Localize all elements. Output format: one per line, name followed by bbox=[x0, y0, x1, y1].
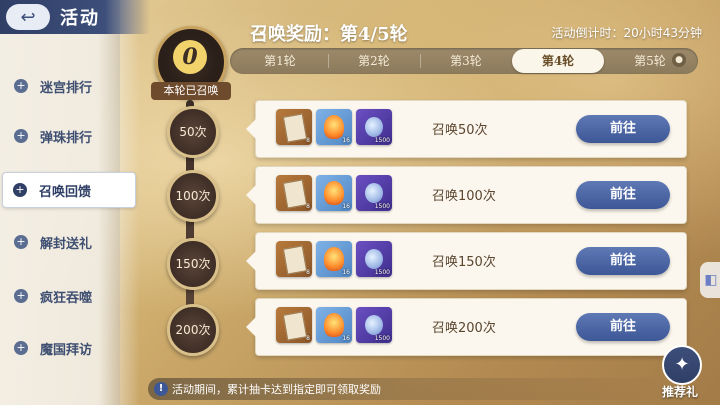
tab-round-1[interactable]: 第1轮 bbox=[234, 48, 326, 74]
side-menu-tab[interactable]: ◧ bbox=[700, 262, 720, 298]
fire-orb-icon[interactable]: 16 bbox=[316, 109, 352, 145]
sidebar-item-label: 召唤回馈 bbox=[39, 185, 92, 200]
header-bar: ↩ 活动 bbox=[0, 0, 150, 34]
page-title: 活动 bbox=[60, 8, 100, 29]
sidebar-item-label: 迷宫排行 bbox=[40, 81, 93, 96]
potion-icon[interactable]: 1500 bbox=[356, 241, 392, 277]
potion-icon[interactable]: 1500 bbox=[356, 109, 392, 145]
fire-orb-icon[interactable]: 16 bbox=[316, 241, 352, 277]
reward-condition: 召唤150次 bbox=[432, 255, 496, 270]
reward-row: 8 16 1500 召唤150次 前往 bbox=[246, 232, 687, 290]
reward-condition: 召唤100次 bbox=[432, 189, 496, 204]
reward-row: 8 16 1500 召唤200次 前往 bbox=[246, 298, 687, 356]
tab-round-4[interactable]: 第4轮 bbox=[512, 49, 604, 73]
sidebar-item-crazy-devour[interactable]: + 疯狂吞噬 bbox=[0, 278, 130, 314]
plus-icon: + bbox=[14, 289, 28, 303]
sidebar-item-label: 疯狂吞噬 bbox=[40, 291, 93, 306]
milestone-node: 100次 bbox=[167, 170, 219, 222]
plus-icon: + bbox=[14, 129, 28, 143]
reward-title: 召唤奖励：第4/5轮 bbox=[250, 24, 408, 45]
lock-icon: ● bbox=[672, 53, 686, 67]
reward-condition: 召唤50次 bbox=[432, 123, 488, 138]
milestone-node: 50次 bbox=[167, 106, 219, 158]
sidebar-item-label: 魔国拜访 bbox=[40, 343, 93, 358]
sidebar-item-label: 弹珠排行 bbox=[40, 131, 93, 146]
book-icon[interactable]: 8 bbox=[276, 307, 312, 343]
milestone-node: 200次 bbox=[167, 304, 219, 356]
plus-icon: + bbox=[14, 79, 28, 93]
book-icon[interactable]: 8 bbox=[276, 109, 312, 145]
fire-orb-icon[interactable]: 16 bbox=[316, 307, 352, 343]
sidebar-item-pinball-rank[interactable]: + 弹珠排行 bbox=[0, 118, 130, 154]
go-button[interactable]: 前往 bbox=[576, 247, 670, 275]
reward-row: 8 16 1500 召唤50次 前往 bbox=[246, 100, 687, 158]
tip-text: 活动期间，累计抽卡达到指定即可领取奖励 bbox=[172, 383, 381, 396]
gift-label: 推荐礼 bbox=[661, 385, 698, 399]
back-arrow-icon: ↩ bbox=[20, 6, 36, 28]
fire-orb-icon[interactable]: 16 bbox=[316, 175, 352, 211]
sidebar-item-maze-rank[interactable]: + 迷宫排行 bbox=[0, 68, 130, 104]
reward-condition: 召唤200次 bbox=[432, 321, 496, 336]
go-button[interactable]: 前往 bbox=[576, 181, 670, 209]
potion-icon[interactable]: 1500 bbox=[356, 307, 392, 343]
recommended-gift-button[interactable]: ✦ 推荐礼 bbox=[655, 345, 705, 403]
gift-icon: ✦ bbox=[662, 345, 702, 385]
round-tabs: 第1轮 第2轮 第3轮 第4轮 第5轮 bbox=[230, 48, 698, 74]
go-button[interactable]: 前往 bbox=[576, 313, 670, 341]
go-button[interactable]: 前往 bbox=[576, 115, 670, 143]
book-icon[interactable]: 8 bbox=[276, 175, 312, 211]
sidebar-item-demon-visit[interactable]: + 魔国拜访 bbox=[0, 330, 130, 366]
summon-count-label: 本轮已召唤 bbox=[151, 82, 231, 100]
summon-count: 0 bbox=[173, 40, 207, 74]
sidebar-item-summon-reward[interactable]: + 召唤回馈 bbox=[2, 172, 136, 208]
book-icon[interactable]: 8 bbox=[276, 241, 312, 277]
footer-tip: ! 活动期间，累计抽卡达到指定即可领取奖励 bbox=[148, 378, 668, 400]
tab-round-3[interactable]: 第3轮 bbox=[420, 48, 512, 74]
summon-counter: 0 本轮已召唤 bbox=[151, 26, 231, 100]
back-button[interactable]: ↩ bbox=[6, 4, 50, 30]
countdown-text: 活动倒计时：20小时43分钟 bbox=[551, 26, 702, 40]
tab-round-2[interactable]: 第2轮 bbox=[328, 48, 420, 74]
plus-icon: + bbox=[14, 235, 28, 249]
info-icon: ! bbox=[154, 382, 168, 396]
milestone-node: 150次 bbox=[167, 238, 219, 290]
potion-icon[interactable]: 1500 bbox=[356, 175, 392, 211]
reward-row: 8 16 1500 召唤100次 前往 bbox=[246, 166, 687, 224]
sidebar-item-label: 解封送礼 bbox=[40, 237, 93, 252]
gamepad-icon: ◧ bbox=[704, 272, 718, 288]
plus-icon: + bbox=[13, 183, 27, 197]
plus-icon: + bbox=[14, 341, 28, 355]
sidebar-item-unlock-gift[interactable]: + 解封送礼 bbox=[0, 224, 130, 260]
sidebar: ↩ 活动 + 迷宫排行 + 弹珠排行 + 召唤回馈 + 解封送礼 + 疯狂吞噬 … bbox=[0, 0, 150, 405]
